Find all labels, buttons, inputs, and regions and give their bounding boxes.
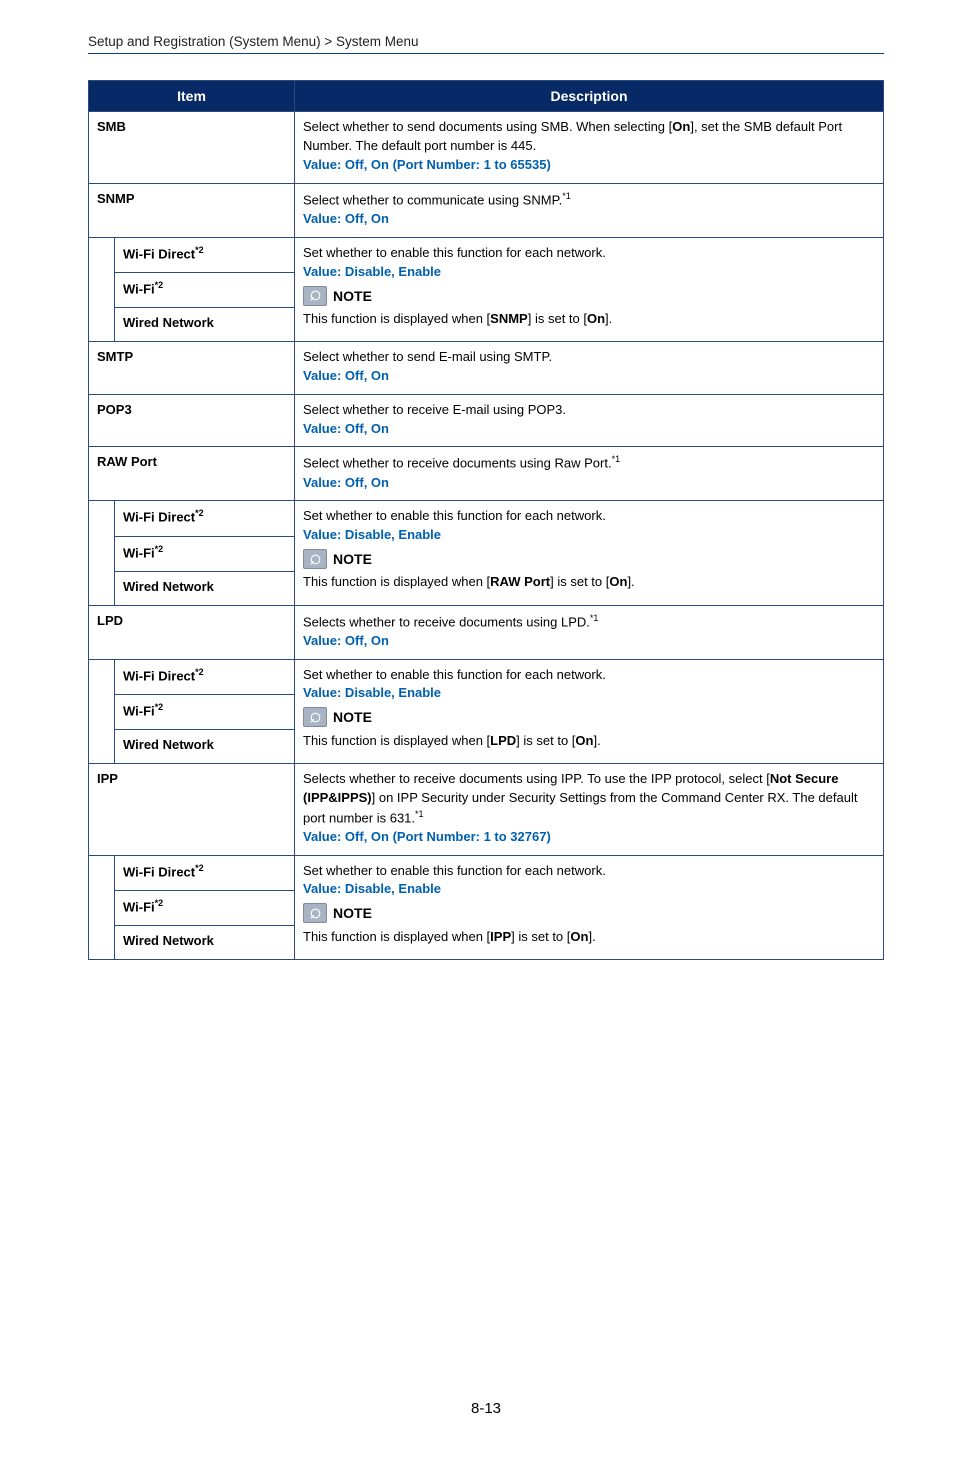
note-icon bbox=[303, 286, 327, 306]
row-smb: SMB Select whether to send documents usi… bbox=[89, 112, 884, 184]
breadcrumb: Setup and Registration (System Menu) > S… bbox=[88, 34, 884, 49]
settings-table: Item Description SMB Select whether to s… bbox=[88, 80, 884, 960]
indent-snmp bbox=[89, 237, 115, 341]
note-icon bbox=[303, 903, 327, 923]
note-row: NOTE bbox=[303, 549, 372, 569]
desc-smb: Select whether to send documents using S… bbox=[295, 112, 884, 184]
row-snmp: SNMP Select whether to communicate using… bbox=[89, 183, 884, 237]
desc-ipp-sub: Set whether to enable this function for … bbox=[295, 855, 884, 959]
item-ipp-wifidirect: Wi-Fi Direct*2 bbox=[115, 855, 295, 890]
note-row: NOTE bbox=[303, 286, 372, 306]
item-snmp-wifi: Wi-Fi*2 bbox=[115, 273, 295, 308]
row-raw: RAW Port Select whether to receive docum… bbox=[89, 447, 884, 501]
indent-raw bbox=[89, 501, 115, 605]
desc-smtp: Select whether to send E-mail using SMTP… bbox=[295, 342, 884, 395]
item-lpd-wired: Wired Network bbox=[115, 729, 295, 763]
desc-ipp: Selects whether to receive documents usi… bbox=[295, 763, 884, 855]
item-raw-wired: Wired Network bbox=[115, 571, 295, 605]
row-raw-wifidirect: Wi-Fi Direct*2 Set whether to enable thi… bbox=[89, 501, 884, 536]
item-snmp-wifidirect: Wi-Fi Direct*2 bbox=[115, 237, 295, 272]
item-smb: SMB bbox=[89, 112, 295, 184]
desc-lpd: Selects whether to receive documents usi… bbox=[295, 605, 884, 659]
indent-lpd bbox=[89, 659, 115, 763]
desc-snmp-sub: Set whether to enable this function for … bbox=[295, 237, 884, 341]
row-lpd-wifidirect: Wi-Fi Direct*2 Set whether to enable thi… bbox=[89, 659, 884, 694]
header-item: Item bbox=[89, 81, 295, 112]
row-pop3: POP3 Select whether to receive E-mail us… bbox=[89, 394, 884, 447]
item-smtp: SMTP bbox=[89, 342, 295, 395]
note-icon bbox=[303, 549, 327, 569]
item-pop3: POP3 bbox=[89, 394, 295, 447]
item-lpd-wifi: Wi-Fi*2 bbox=[115, 694, 295, 729]
page-number: 8-13 bbox=[88, 1400, 884, 1417]
desc-lpd-sub: Set whether to enable this function for … bbox=[295, 659, 884, 763]
row-snmp-wifidirect: Wi-Fi Direct*2 Set whether to enable thi… bbox=[89, 237, 884, 272]
row-ipp-wifidirect: Wi-Fi Direct*2 Set whether to enable thi… bbox=[89, 855, 884, 890]
item-lpd: LPD bbox=[89, 605, 295, 659]
item-ipp: IPP bbox=[89, 763, 295, 855]
note-row: NOTE bbox=[303, 707, 372, 727]
item-snmp-wired: Wired Network bbox=[115, 308, 295, 342]
item-lpd-wifidirect: Wi-Fi Direct*2 bbox=[115, 659, 295, 694]
row-lpd: LPD Selects whether to receive documents… bbox=[89, 605, 884, 659]
note-row: NOTE bbox=[303, 903, 372, 923]
desc-pop3: Select whether to receive E-mail using P… bbox=[295, 394, 884, 447]
item-snmp: SNMP bbox=[89, 183, 295, 237]
item-ipp-wired: Wired Network bbox=[115, 925, 295, 959]
document-page: Setup and Registration (System Menu) > S… bbox=[0, 0, 954, 1467]
header-rule bbox=[88, 53, 884, 54]
item-ipp-wifi: Wi-Fi*2 bbox=[115, 890, 295, 925]
desc-raw-sub: Set whether to enable this function for … bbox=[295, 501, 884, 605]
row-smtp: SMTP Select whether to send E-mail using… bbox=[89, 342, 884, 395]
indent-ipp bbox=[89, 855, 115, 959]
note-icon bbox=[303, 707, 327, 727]
header-description: Description bbox=[295, 81, 884, 112]
item-raw-wifidirect: Wi-Fi Direct*2 bbox=[115, 501, 295, 536]
item-raw: RAW Port bbox=[89, 447, 295, 501]
item-raw-wifi: Wi-Fi*2 bbox=[115, 536, 295, 571]
desc-raw: Select whether to receive documents usin… bbox=[295, 447, 884, 501]
table-header-row: Item Description bbox=[89, 81, 884, 112]
row-ipp: IPP Selects whether to receive documents… bbox=[89, 763, 884, 855]
desc-snmp: Select whether to communicate using SNMP… bbox=[295, 183, 884, 237]
